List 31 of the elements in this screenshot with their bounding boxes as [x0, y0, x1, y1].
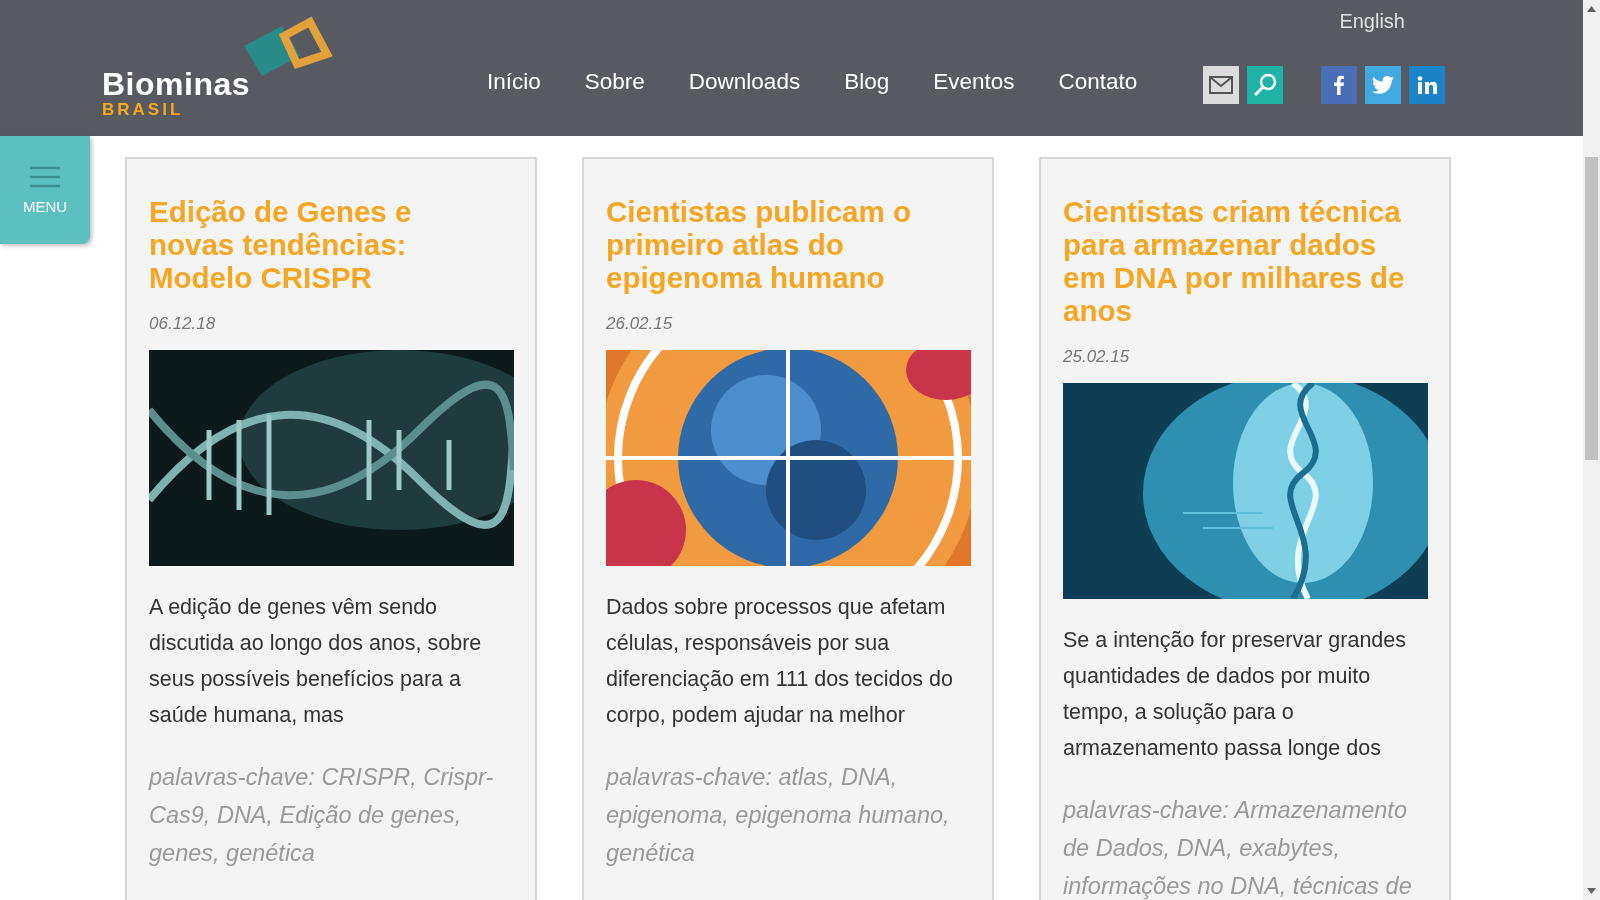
social-button[interactable] [1409, 66, 1446, 104]
nav-link[interactable]: Início [487, 69, 541, 95]
search-icon [1252, 72, 1279, 98]
language-link[interactable]: English [1339, 10, 1405, 33]
post-keywords: palavras-chave: atlas, DNA, epigenoma, epigenoma humano, genética [606, 763, 951, 868]
linkedin-icon [1417, 76, 1438, 94]
post-date: 06.12.18 [149, 314, 217, 334]
post-excerpt: Dados sobre processos que afetam células, responsáveis por sua diferenciação em 111 dos tecidos do corpo, podem ajudar na melhor [606, 594, 954, 729]
post-keywords: palavras-chave: Armazenamento de Dados, DNA, exabytes, informações no DNA, técnicas de [1063, 796, 1413, 900]
mail-icon [1209, 76, 1234, 94]
social-button[interactable] [1365, 66, 1402, 104]
menu-icon [30, 165, 60, 188]
post-excerpt: A edição de genes vêm sendo discutida ao longo dos anos, sobre seus possíveis benefícios para a saúde humana, mas [149, 594, 483, 729]
nav-link[interactable]: Eventos [933, 69, 1015, 95]
nav-link[interactable]: Downloads [688, 69, 801, 95]
scrollbar[interactable] [1583, 0, 1600, 900]
bird-icon [1372, 76, 1395, 94]
scroll-down-icon[interactable] [1587, 888, 1596, 894]
post-excerpt: Se a intenção for preservar grandes quantidades de dados por muito tempo, a solução para o armazenamento passa longe dos [1063, 627, 1407, 762]
search-button[interactable] [1247, 66, 1284, 104]
logo[interactable]: Biominas BRASIL [102, 16, 338, 122]
mail-button[interactable] [1203, 66, 1240, 104]
social-button[interactable] [1321, 66, 1358, 104]
nav-link[interactable]: Sobre [584, 69, 645, 95]
post-keywords: palavras-chave: CRISPR, Crispr-Cas9, DNA, Edição de genes, genes, genética [149, 763, 495, 868]
post-date: 26.02.15 [606, 314, 674, 334]
facebook-icon [1334, 75, 1345, 95]
nav-link[interactable]: Contato [1058, 69, 1138, 95]
nav-link[interactable]: Blog [844, 69, 890, 95]
scroll-up-icon[interactable] [1587, 6, 1596, 12]
post-date: 25.02.15 [1063, 347, 1131, 367]
